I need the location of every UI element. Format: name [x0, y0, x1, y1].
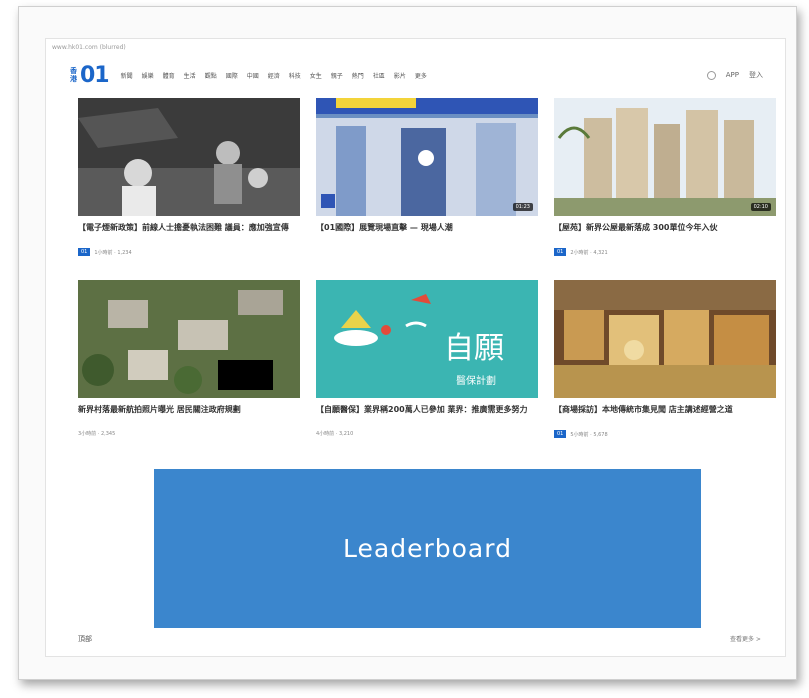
footer-left-link[interactable]: 頂部 — [78, 634, 92, 644]
article-thumbnail[interactable] — [78, 280, 300, 398]
article-title[interactable]: 【01國際】展覽現場直擊 — 現場人潮 — [316, 222, 538, 244]
nav-item[interactable]: 更多 — [415, 71, 427, 80]
nav-item[interactable]: 中國 — [247, 71, 259, 80]
footer-more-link[interactable]: 查看更多 > — [730, 634, 761, 643]
article-title[interactable]: 【商場採訪】本地傳統市集見聞 店主講述經營之道 — [554, 404, 776, 426]
nav-item[interactable]: 科技 — [289, 71, 301, 80]
article-title[interactable]: 【自願醫保】業界稱200萬人已參加 業界：推廣需更多努力 — [316, 404, 538, 426]
nav-item[interactable]: 觀點 — [205, 71, 217, 80]
login-link[interactable]: 登入 — [749, 70, 763, 80]
main-nav: 新聞 娛樂 體育 生活 觀點 國際 中國 經濟 科技 女生 親子 熱門 社區 影… — [121, 71, 427, 80]
hk01-logo[interactable]: 香 港 01 — [70, 62, 110, 88]
leaderboard-ad[interactable]: Leaderboard — [154, 469, 701, 628]
logo-main: 01 — [80, 62, 110, 88]
svg-text:醫保計劃: 醫保計劃 — [456, 374, 496, 387]
article-info: 5小時前 · 5,678 — [570, 431, 608, 438]
nav-item[interactable]: 娛樂 — [142, 71, 154, 80]
article-info: 3小時前 · 2,345 — [78, 431, 116, 437]
article-meta: 01 2小時前 · 4,321 — [554, 248, 776, 256]
article-thumbnail[interactable] — [554, 280, 776, 398]
article-thumbnail[interactable]: 01:23 — [316, 98, 538, 216]
site-header: 香 港 01 新聞 娛樂 體育 生活 觀點 國際 中國 經濟 科技 女生 親子 … — [46, 57, 785, 93]
article-info: 1小時前 · 1,234 — [94, 249, 132, 256]
article-card[interactable]: 【商場採訪】本地傳統市集見聞 店主講述經營之道 01 5小時前 · 5,678 — [554, 280, 776, 438]
logo-small-text: 香 港 — [70, 67, 80, 83]
article-meta: 4小時前 · 3,210 — [316, 430, 538, 437]
article-title[interactable]: 新界村落最新航拍照片曝光 居民關注政府規劃 — [78, 404, 300, 426]
article-meta: 3小時前 · 2,345 — [78, 430, 300, 437]
article-meta: 01 1小時前 · 1,234 — [78, 248, 300, 256]
article-title[interactable]: 【屋苑】新界公屋最新落成 300單位今年入伙 — [554, 222, 776, 244]
article-thumbnail[interactable]: 02:10 — [554, 98, 776, 216]
nav-item[interactable]: 體育 — [163, 71, 175, 80]
article-thumbnail[interactable] — [78, 98, 300, 216]
nav-item[interactable]: 社區 — [373, 71, 385, 80]
video-duration: 01:23 — [512, 203, 533, 211]
article-info: 4小時前 · 3,210 — [316, 431, 354, 437]
article-tag: 01 — [554, 248, 567, 256]
video-duration: 02:10 — [750, 203, 771, 211]
article-tag: 01 — [78, 248, 91, 256]
nav-item[interactable]: 經濟 — [268, 71, 280, 80]
article-info: 2小時前 · 4,321 — [570, 249, 608, 256]
nav-item[interactable]: 女生 — [310, 71, 322, 80]
logo-small-bottom: 港 — [70, 75, 77, 83]
article-card[interactable]: 02:10 【屋苑】新界公屋最新落成 300單位今年入伙 01 2小時前 · 4… — [554, 98, 776, 256]
nav-item[interactable]: 親子 — [331, 71, 343, 80]
article-card[interactable]: 新界村落最新航拍照片曝光 居民關注政府規劃 3小時前 · 2,345 — [78, 280, 300, 437]
nav-item[interactable]: 新聞 — [121, 71, 133, 80]
article-meta: 01 5小時前 · 5,678 — [554, 430, 776, 438]
nav-item[interactable]: 生活 — [184, 71, 196, 80]
article-card[interactable]: 01:23 【01國際】展覽現場直擊 — 現場人潮 — [316, 98, 538, 248]
article-title[interactable]: 【電子煙新政策】前線人士擔憂執法困難 議員：應加強宣傳 — [78, 222, 300, 244]
article-tag: 01 — [554, 430, 567, 438]
url-bar[interactable]: www.hk01.com (blurred) — [46, 39, 785, 57]
nav-item[interactable]: 熱門 — [352, 71, 364, 80]
nav-item[interactable]: 影片 — [394, 71, 406, 80]
article-thumbnail[interactable]: 自願 醫保計劃 — [316, 280, 538, 398]
svg-text:自願: 自願 — [444, 331, 504, 366]
nav-item[interactable]: 國際 — [226, 71, 238, 80]
app-link[interactable]: APP — [726, 71, 739, 79]
header-actions: APP 登入 — [706, 70, 763, 80]
article-card[interactable]: 自願 醫保計劃 【自願醫保】業界稱200萬人已參加 業界：推廣需更多努力 4小時… — [316, 280, 538, 437]
search-icon[interactable] — [706, 70, 716, 80]
logo-small-top: 香 — [70, 67, 77, 75]
article-card[interactable]: 【電子煙新政策】前線人士擔憂執法困難 議員：應加強宣傳 01 1小時前 · 1,… — [78, 98, 300, 256]
